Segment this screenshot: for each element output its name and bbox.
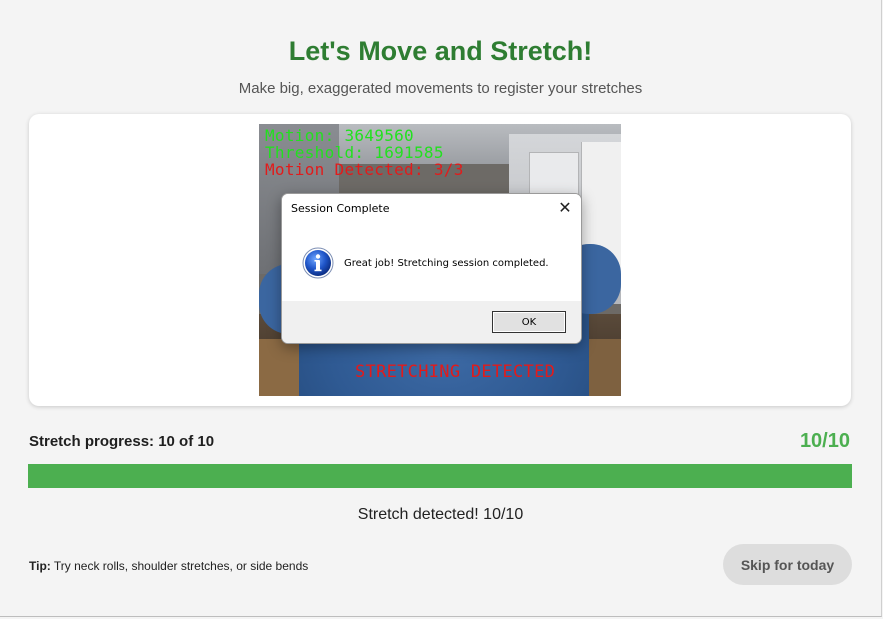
progress-label: Stretch progress: 10 of 10 xyxy=(29,433,215,450)
progress-bar xyxy=(28,464,852,488)
page-subtitle: Make big, exaggerated movements to regis… xyxy=(238,80,643,97)
tip-prefix: Tip: xyxy=(29,559,51,573)
status-message: Stretch detected! 10/10 xyxy=(357,506,524,523)
stretching-detected-banner: STRETCHING DETECTED xyxy=(355,362,556,382)
info-icon xyxy=(302,247,334,279)
tip-body: Try neck rolls, shoulder stretches, or s… xyxy=(53,559,309,573)
threshold-readout: Threshold: 1691585 xyxy=(265,143,444,162)
skip-button[interactable]: Skip for today xyxy=(723,544,852,585)
motion-detected-readout: Motion Detected: 3/3 xyxy=(265,160,464,179)
app-window: Let's Move and Stretch! Make big, exagge… xyxy=(0,0,882,617)
dialog-titlebar: Session Complete ✕ xyxy=(282,194,581,223)
progress-count: 10/10 xyxy=(799,430,850,452)
progress-bar-fill xyxy=(28,464,852,488)
ok-button[interactable]: OK xyxy=(492,311,566,333)
dialog-message: Great job! Stretching session completed. xyxy=(344,258,549,269)
dialog-title: Session Complete xyxy=(291,202,390,215)
close-icon[interactable]: ✕ xyxy=(554,198,576,220)
session-complete-dialog: Session Complete ✕ Great job! Stretching… xyxy=(281,193,582,344)
motion-readout: Motion: 3649560 xyxy=(265,126,414,145)
page-title: Let's Move and Stretch! xyxy=(288,36,593,66)
tip-text: Tip: Try neck rolls, shoulder stretches,… xyxy=(29,559,308,573)
